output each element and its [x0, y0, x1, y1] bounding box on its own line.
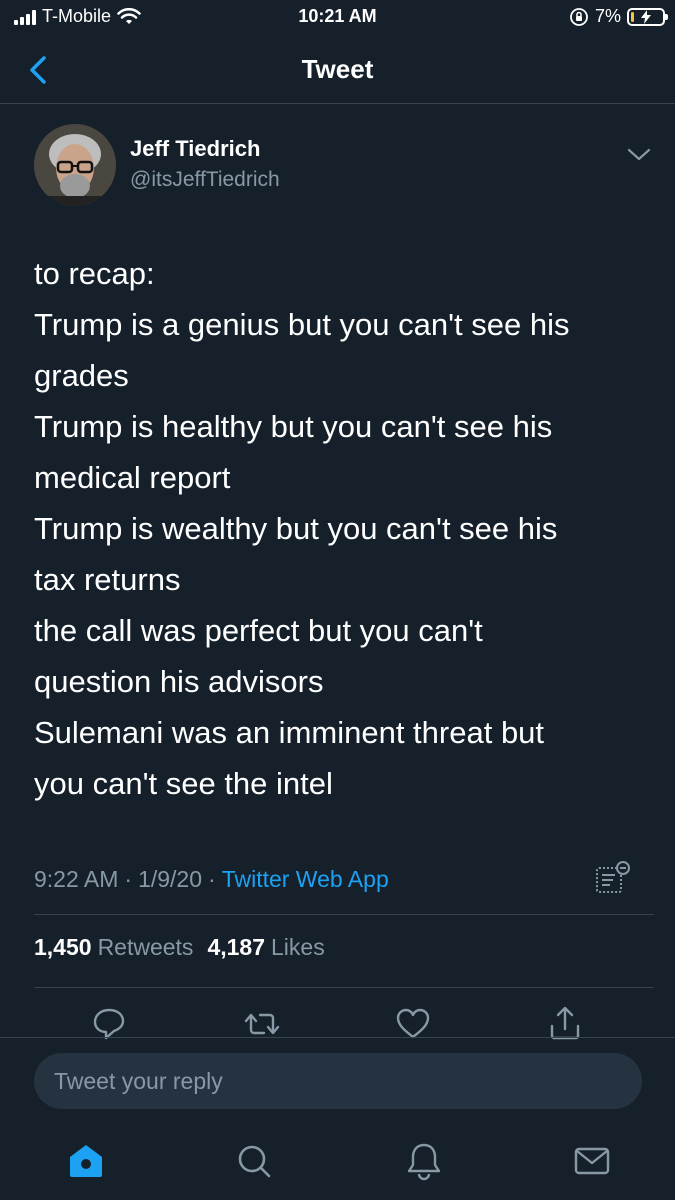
- more-options-button[interactable]: [624, 144, 654, 164]
- page-title: Tweet: [301, 54, 374, 84]
- likes-label: Likes: [271, 934, 325, 960]
- charging-bolt-icon: [641, 9, 651, 24]
- tweet-line: you can't see the intel: [34, 766, 333, 801]
- author-name[interactable]: Jeff Tiedrich: [130, 136, 260, 162]
- tab-bar: [0, 1127, 675, 1200]
- divider: [34, 914, 654, 915]
- tab-messages[interactable]: [570, 1139, 614, 1183]
- tweet-line: Trump is healthy but you can't see his: [34, 409, 553, 444]
- analytics-button[interactable]: [593, 860, 633, 900]
- avatar[interactable]: [34, 124, 116, 206]
- likes-stat[interactable]: 4,187 Likes: [207, 934, 324, 961]
- retweets-label: Retweets: [97, 934, 194, 960]
- battery-level: [631, 11, 634, 22]
- retweets-count: 1,450: [34, 934, 92, 960]
- tweet-line: to recap:: [34, 256, 155, 291]
- tweet-line: medical report: [34, 460, 231, 495]
- status-bar: T-Mobile 10:21 AM 7%: [0, 0, 675, 36]
- divider: [34, 987, 654, 988]
- likes-count: 4,187: [207, 934, 265, 960]
- tweet-line: grades: [34, 358, 129, 393]
- nav-header: Tweet: [0, 36, 675, 104]
- reply-input[interactable]: [34, 1053, 642, 1109]
- meta-separator: ·: [124, 865, 133, 892]
- orientation-lock-icon: [570, 7, 588, 26]
- tweet-line: Sulemani was an imminent threat but: [34, 715, 545, 750]
- tweet-source-link[interactable]: Twitter Web App: [222, 866, 389, 893]
- analytics-icon: [596, 861, 630, 893]
- chevron-down-icon: [627, 148, 651, 161]
- retweets-stat[interactable]: 1,450 Retweets: [34, 934, 193, 961]
- tweet-date: 1/9/20: [138, 865, 203, 892]
- status-right: 7%: [569, 6, 668, 27]
- tweet-stats: 1,450 Retweets 4,187 Likes: [34, 934, 325, 961]
- home-icon: [70, 1145, 102, 1177]
- tweet-line: question his advisors: [34, 664, 324, 699]
- tweet-line: the call was perfect but you can't: [34, 613, 483, 648]
- tweet-line: Trump is wealthy but you can't see his: [34, 511, 558, 546]
- meta-separator: ·: [208, 865, 216, 892]
- author-handle[interactable]: @itsJeffTiedrich: [130, 168, 280, 192]
- reply-bar: [0, 1037, 675, 1127]
- tab-search[interactable]: [232, 1139, 276, 1183]
- notifications-icon: [407, 1143, 441, 1181]
- messages-icon: [574, 1147, 610, 1175]
- tab-notifications[interactable]: [402, 1139, 446, 1183]
- avatar-image: [34, 124, 116, 206]
- search-icon: [238, 1145, 271, 1178]
- battery-icon: [627, 7, 668, 26]
- tweet-meta: 9:22 AM · 1/9/20 · Twitter Web App: [34, 862, 634, 896]
- tweet-line: Trump is a genius but you can't see his: [34, 307, 570, 342]
- tweet-text: to recap: Trump is a genius but you can'…: [34, 248, 644, 809]
- tweet-author: Jeff Tiedrich @itsJeffTiedrich: [34, 124, 654, 210]
- tweet-time: 9:22 AM: [34, 865, 119, 892]
- tweet-line: tax returns: [34, 562, 181, 597]
- battery-percent: 7%: [594, 6, 621, 26]
- tab-home[interactable]: [64, 1139, 108, 1183]
